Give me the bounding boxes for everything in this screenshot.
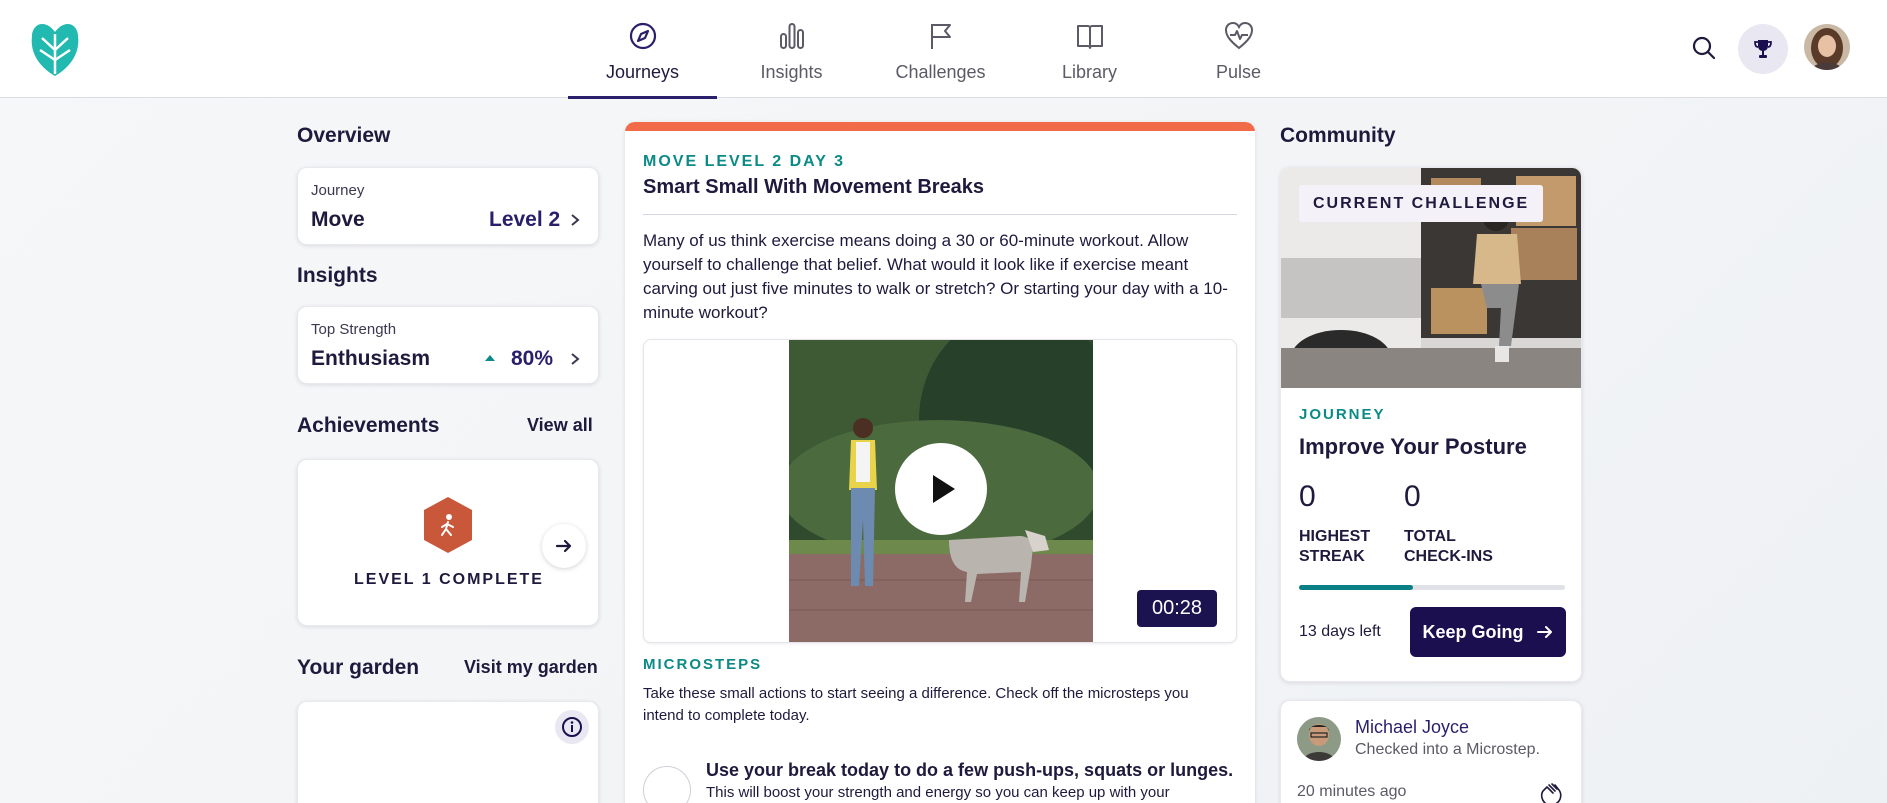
lesson-divider bbox=[643, 214, 1237, 215]
microsteps-heading: MICROSTEPS bbox=[643, 656, 763, 673]
heartbeat-icon bbox=[1224, 21, 1253, 50]
search-button[interactable] bbox=[1690, 34, 1718, 62]
activity-avatar[interactable] bbox=[1297, 717, 1341, 761]
nav-tab-label: Challenges bbox=[895, 62, 986, 82]
microstep-checkbox[interactable] bbox=[643, 766, 691, 803]
activity-user-name[interactable]: Michael Joyce bbox=[1355, 717, 1469, 738]
journey-value: Move bbox=[311, 208, 365, 231]
top-navigation-bar: Journeys Insights Challenges Library Pul… bbox=[0, 0, 1887, 99]
play-button[interactable] bbox=[895, 443, 987, 535]
nav-tab-label: Insights bbox=[760, 62, 823, 82]
challenge-title: Improve Your Posture bbox=[1299, 434, 1527, 459]
microstep-title: Use your break today to do a few push-up… bbox=[706, 760, 1234, 780]
community-heading: Community bbox=[1280, 124, 1396, 147]
journey-level: Level 2 bbox=[489, 208, 561, 231]
book-icon bbox=[1076, 25, 1103, 49]
leaf-logo-icon bbox=[31, 24, 79, 76]
trophy-icon bbox=[1754, 40, 1772, 58]
video-duration: 00:28 bbox=[1137, 590, 1217, 627]
person-photo bbox=[1297, 717, 1341, 761]
nav-tab-label: Library bbox=[1061, 62, 1118, 82]
challenge-card[interactable]: CURRENT CHALLENGE JOURNEY Improve Your P… bbox=[1280, 167, 1582, 682]
lesson-eyebrow: MOVE LEVEL 2 DAY 3 bbox=[643, 153, 845, 170]
visit-garden-link[interactable]: Visit my garden bbox=[464, 657, 598, 678]
activity-timestamp: 20 minutes ago bbox=[1297, 783, 1407, 800]
nav-tab-pulse[interactable]: Pulse bbox=[1164, 0, 1313, 98]
highest-streak-label-line1: HIGHEST bbox=[1299, 528, 1371, 545]
bar-chart-icon bbox=[779, 23, 804, 49]
clap-icon[interactable] bbox=[1537, 779, 1565, 803]
top-strength-percent: 80% bbox=[511, 347, 554, 370]
activity-description: Checked into a Microstep. bbox=[1355, 741, 1540, 758]
compass-icon bbox=[629, 22, 656, 50]
journey-label: Journey bbox=[311, 182, 365, 199]
next-achievement-button[interactable] bbox=[542, 524, 586, 568]
nav-tab-insights[interactable]: Insights bbox=[717, 0, 866, 98]
microsteps-description: Take these small actions to start seeing… bbox=[643, 685, 1189, 724]
search-icon bbox=[1692, 36, 1716, 60]
lesson-card: MOVE LEVEL 2 DAY 3 Smart Small With Move… bbox=[625, 122, 1255, 803]
microstep-text: This will boost your strength and energy… bbox=[706, 784, 1170, 801]
nav-tab-journeys[interactable]: Journeys bbox=[568, 0, 717, 99]
overview-heading: Overview bbox=[297, 124, 391, 147]
journey-card[interactable]: Journey Move Level 2 bbox=[297, 167, 599, 245]
arrow-right-icon bbox=[1536, 626, 1552, 638]
nav-tab-label: Pulse bbox=[1215, 62, 1262, 82]
arrow-right-icon bbox=[555, 539, 572, 553]
chevron-right-icon bbox=[571, 214, 580, 226]
achievements-heading: Achievements bbox=[297, 414, 440, 437]
video-player[interactable]: 00:28 bbox=[643, 339, 1237, 643]
lesson-accent-bar bbox=[625, 122, 1255, 131]
trend-up-icon bbox=[485, 355, 495, 361]
challenge-progress-bar bbox=[1299, 585, 1565, 590]
challenge-image: CURRENT CHALLENGE bbox=[1281, 168, 1581, 388]
nav-tab-label: Journeys bbox=[605, 62, 680, 82]
top-strength-label: Top Strength bbox=[311, 321, 397, 338]
user-avatar[interactable] bbox=[1804, 24, 1850, 70]
play-icon bbox=[933, 475, 955, 503]
achievements-button[interactable] bbox=[1738, 24, 1788, 74]
lesson-title: Smart Small With Movement Breaks bbox=[643, 176, 985, 198]
days-left-text: 13 days left bbox=[1299, 623, 1381, 640]
achievement-card: LEVEL 1 COMPLETE bbox=[297, 459, 599, 626]
nav-tab-challenges[interactable]: Challenges bbox=[866, 0, 1015, 98]
garden-info-button[interactable] bbox=[555, 710, 589, 744]
info-icon bbox=[562, 717, 582, 737]
current-challenge-tag: CURRENT CHALLENGE bbox=[1299, 185, 1544, 222]
keep-going-button[interactable]: Keep Going bbox=[1410, 607, 1566, 657]
chevron-right-icon bbox=[571, 353, 580, 365]
walking-person-icon bbox=[424, 497, 472, 553]
challenge-progress-fill bbox=[1299, 585, 1414, 590]
garden-heading: Your garden bbox=[297, 656, 420, 679]
achievements-view-all-link[interactable]: View all bbox=[527, 415, 593, 436]
total-checkins-value: 0 bbox=[1404, 480, 1421, 513]
brand-logo[interactable] bbox=[28, 20, 82, 78]
garden-card bbox=[297, 701, 599, 803]
achievement-badge-label: LEVEL 1 COMPLETE bbox=[354, 571, 544, 588]
total-checkins-label-line2: CHECK-INS bbox=[1404, 548, 1493, 565]
highest-streak-label-line2: STREAK bbox=[1299, 548, 1365, 565]
user-photo bbox=[1804, 24, 1850, 70]
keep-going-label: Keep Going bbox=[1422, 621, 1524, 642]
total-checkins-label-line1: TOTAL bbox=[1404, 528, 1456, 545]
activity-card: Michael Joyce Checked into a Microstep. … bbox=[1280, 700, 1582, 803]
nav-tab-library[interactable]: Library bbox=[1015, 0, 1164, 98]
main-nav: Journeys Insights Challenges Library Pul… bbox=[568, 0, 1313, 99]
top-strength-card[interactable]: Top Strength Enthusiasm 80% bbox=[297, 306, 599, 384]
challenge-journey-eyebrow: JOURNEY bbox=[1299, 406, 1386, 423]
flag-icon bbox=[930, 24, 951, 49]
top-strength-value: Enthusiasm bbox=[311, 347, 431, 370]
highest-streak-value: 0 bbox=[1299, 480, 1316, 513]
insights-heading: Insights bbox=[297, 264, 378, 287]
lesson-body: Many of us think exercise means doing a … bbox=[643, 231, 1228, 322]
